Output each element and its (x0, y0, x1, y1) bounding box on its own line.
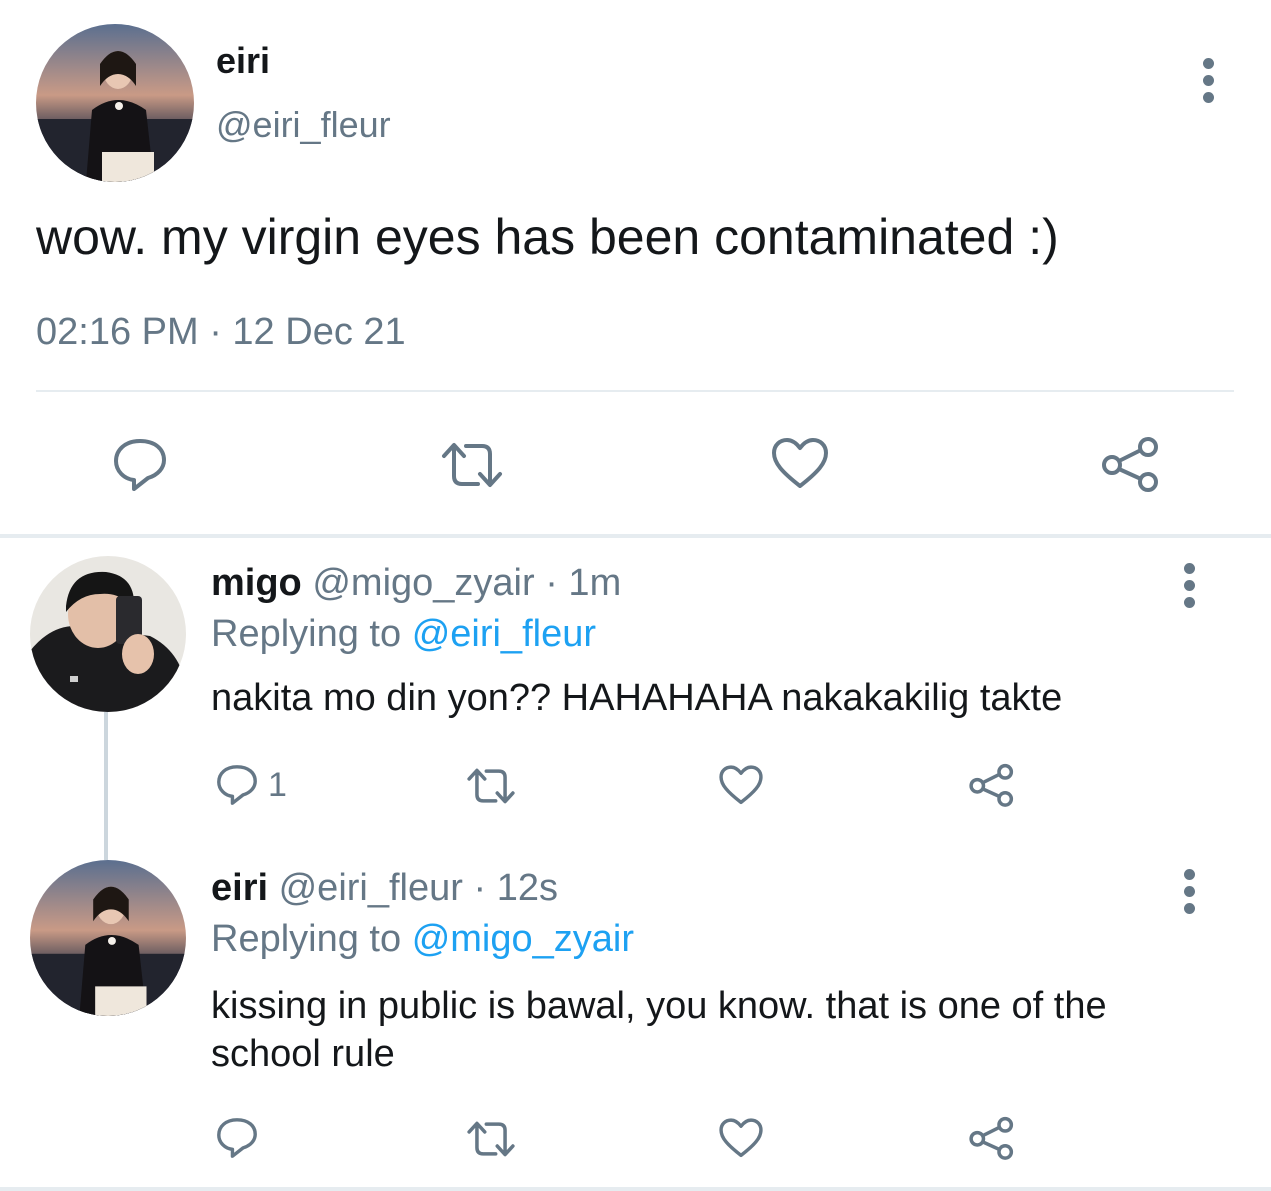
replying-to-label: Replying to (211, 613, 402, 655)
author-handle[interactable]: @eiri_fleur (216, 104, 391, 146)
reply-text: nakita mo din yon?? HAHAHAHA nakakakilig… (211, 677, 1063, 719)
reply-button[interactable] (110, 436, 170, 494)
share-button[interactable] (968, 763, 1016, 807)
avatar[interactable] (30, 556, 186, 712)
replying-to: Replying to @eiri_fleur (211, 613, 596, 656)
reply-text: kissing in public is bawal, you know. th… (211, 985, 1107, 1075)
section-divider (0, 534, 1271, 538)
profile-photo-woman-icon (30, 860, 186, 1016)
reply-button[interactable]: 1 (214, 763, 287, 807)
like-button[interactable] (718, 1117, 764, 1160)
author-name[interactable]: eiri (211, 867, 268, 909)
author-handle[interactable]: @migo_zyair (312, 562, 534, 604)
reply-icon (217, 1118, 257, 1158)
tweet-timestamp[interactable]: 02:16 PM · 12 Dec 21 (36, 311, 406, 354)
share-icon (1102, 437, 1158, 492)
retweet-button[interactable] (466, 766, 516, 806)
share-icon (969, 763, 1014, 807)
replying-to-handle[interactable]: @eiri_fleur (412, 613, 596, 655)
reply-time[interactable]: · 1m (545, 562, 621, 604)
bottom-divider (0, 1187, 1271, 1191)
retweet-button[interactable] (440, 440, 504, 490)
like-button[interactable] (718, 764, 764, 807)
profile-photo-woman-icon (36, 24, 194, 182)
retweet-icon (467, 768, 515, 804)
heart-icon (772, 438, 828, 488)
more-options-icon[interactable] (1181, 869, 1197, 920)
share-icon (969, 1116, 1014, 1160)
avatar[interactable] (30, 860, 186, 1016)
more-options-icon[interactable] (1200, 58, 1216, 109)
reply-header: migo @migo_zyair · 1m (211, 562, 621, 605)
retweet-button[interactable] (466, 1119, 516, 1159)
replying-to-label: Replying to (211, 918, 402, 960)
reply-icon (114, 439, 166, 491)
profile-photo-man-icon (30, 556, 186, 712)
retweet-icon (442, 443, 502, 487)
author-name[interactable]: migo (211, 562, 302, 604)
heart-icon (719, 765, 763, 805)
share-button[interactable] (968, 1116, 1016, 1160)
heart-icon (719, 1118, 763, 1158)
reply-header: eiri @eiri_fleur · 12s (211, 867, 558, 910)
like-button[interactable] (770, 436, 830, 492)
thread-line (104, 712, 108, 860)
reply-count: 1 (268, 765, 287, 804)
tweet-text: wow. my virgin eyes has been contaminate… (36, 209, 1059, 265)
avatar[interactable] (36, 24, 194, 182)
author-handle[interactable]: @eiri_fleur (279, 867, 463, 909)
replying-to: Replying to @migo_zyair (211, 918, 634, 961)
divider (36, 390, 1234, 392)
more-options-icon[interactable] (1181, 563, 1197, 614)
reply-button[interactable] (214, 1116, 268, 1160)
replying-to-handle[interactable]: @migo_zyair (412, 918, 634, 960)
share-button[interactable] (1100, 436, 1162, 492)
reply-icon (217, 765, 257, 805)
retweet-icon (467, 1121, 515, 1157)
author-name[interactable]: eiri (216, 40, 270, 82)
reply-time[interactable]: · 12s (473, 867, 557, 909)
